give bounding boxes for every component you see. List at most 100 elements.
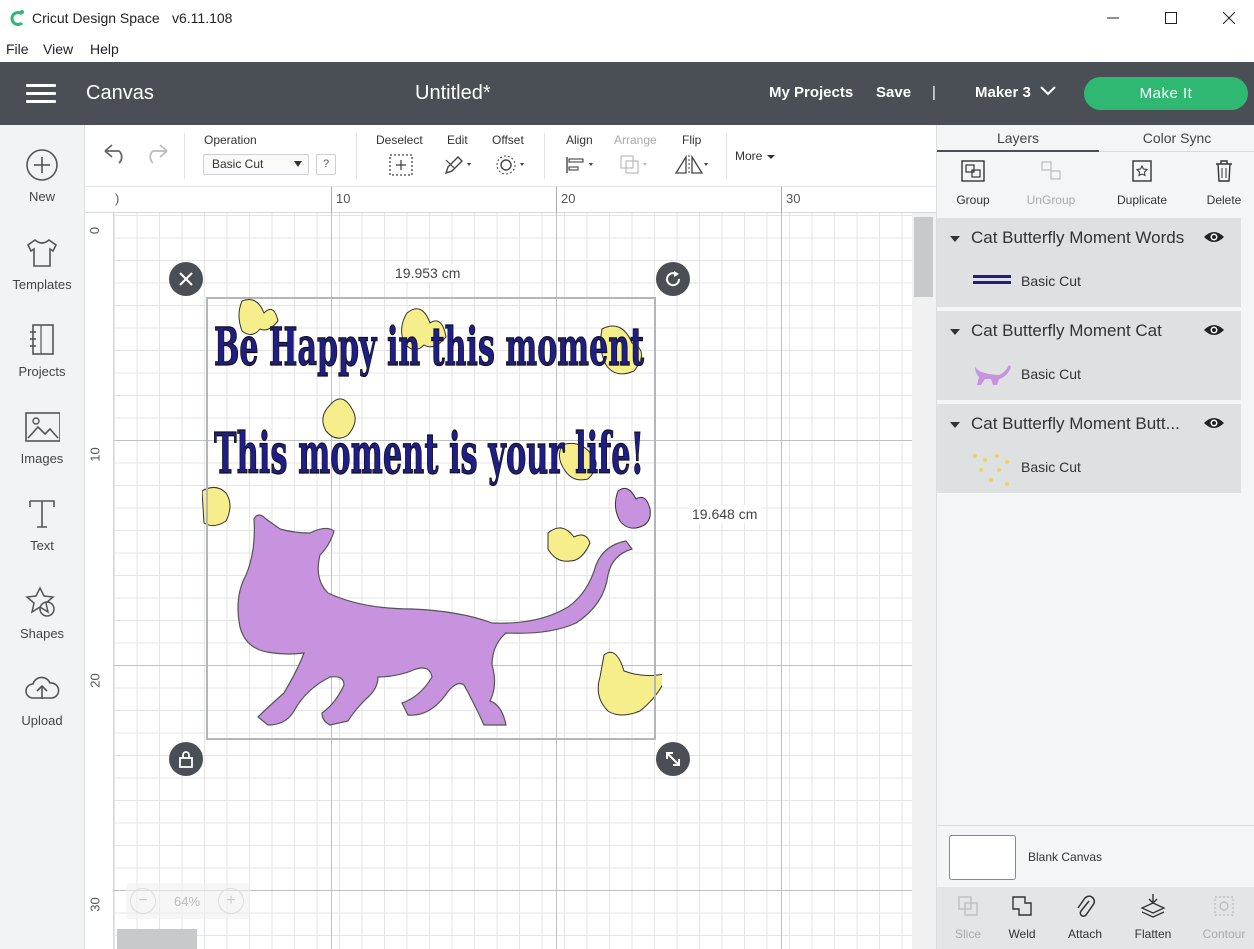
ruler-label: 20 (561, 191, 576, 206)
zoom-in-button[interactable]: + (218, 888, 244, 914)
flatten-icon (1122, 893, 1184, 919)
ruler-label: 20 (87, 673, 103, 688)
sidebar-item-new[interactable]: New (0, 147, 84, 227)
sidebar-item-upload[interactable]: Upload (0, 671, 84, 751)
save-link[interactable]: Save (876, 84, 911, 101)
vertical-scroll-thumb[interactable] (914, 217, 933, 297)
resize-icon[interactable] (656, 742, 690, 776)
eye-icon[interactable] (1203, 230, 1225, 244)
ruler-label: 10 (87, 447, 103, 462)
tab-color-sync[interactable]: Color Sync (1099, 125, 1254, 152)
sidebar-item-projects[interactable]: Projects (0, 322, 84, 402)
blank-canvas-label: Blank Canvas (1028, 850, 1103, 864)
ruler-label: 0 (87, 226, 103, 235)
shapes-icon (24, 584, 60, 620)
blank-canvas-swatch[interactable] (949, 835, 1016, 880)
operation-label: Operation (204, 133, 257, 147)
attach-button[interactable]: Attach (1054, 893, 1116, 941)
design-canvas[interactable]: ) 10 20 30 0 10 20 30 Be Happy in this m… (86, 187, 936, 949)
ruler-label: 10 (336, 191, 351, 206)
edit-label: Edit (447, 133, 468, 147)
eye-icon[interactable] (1203, 323, 1225, 337)
edit-toolbar: Operation Basic Cut ? Deselect Edit Offs… (86, 125, 936, 187)
cricut-logo-icon (8, 8, 28, 28)
group-button[interactable]: Group (938, 157, 1008, 212)
sidebar-item-label: Projects (18, 364, 66, 379)
group-label: Group (956, 193, 990, 207)
slice-label: Slice (954, 927, 981, 941)
caret-down-icon[interactable] (950, 329, 960, 335)
operation-select[interactable]: Basic Cut (203, 154, 309, 175)
sidebar-item-label: Text (30, 538, 54, 553)
layer-thumbnail (971, 266, 1013, 294)
caret-down-icon (294, 161, 302, 167)
flatten-label: Flatten (1134, 927, 1172, 941)
horizontal-scroll-thumb[interactable] (117, 929, 197, 949)
layer-operation: Basic Cut (1021, 273, 1081, 289)
weld-icon (991, 893, 1053, 919)
maximize-icon[interactable] (1148, 4, 1194, 32)
layer-item[interactable]: Cat Butterfly Moment Butt... Basic Cut (937, 404, 1241, 495)
weld-button[interactable]: Weld (991, 893, 1053, 941)
flatten-button[interactable]: Flatten (1122, 893, 1184, 941)
height-dimension-label: 19.648 cm (688, 505, 762, 523)
sidebar-item-templates[interactable]: Templates (0, 235, 84, 315)
layers-scrollbar[interactable] (1241, 217, 1254, 827)
arrange-icon (618, 153, 652, 177)
rotate-icon[interactable] (656, 262, 690, 296)
blank-canvas-row[interactable]: Blank Canvas (937, 825, 1254, 887)
flip-label: Flip (682, 133, 702, 147)
menu-help[interactable]: Help (90, 41, 119, 57)
chevron-down-icon[interactable] (1040, 86, 1056, 96)
slice-button: Slice (937, 893, 999, 941)
hamburger-menu-icon[interactable] (26, 84, 56, 104)
machine-select[interactable]: Maker 3 (975, 84, 1031, 101)
plus-circle-icon (24, 147, 60, 183)
ungroup-label: UnGroup (1026, 193, 1076, 207)
ruler-left: 0 10 20 30 (86, 213, 114, 949)
undo-icon[interactable] (102, 141, 130, 165)
sidebar-item-images[interactable]: Images (0, 409, 84, 489)
duplicate-button[interactable]: Duplicate (1107, 157, 1177, 212)
menu-view[interactable]: View (43, 41, 73, 57)
caret-down-icon[interactable] (950, 422, 960, 428)
sidebar-item-label: Upload (21, 713, 63, 728)
operation-help-button[interactable]: ? (316, 154, 336, 175)
zoom-out-button[interactable]: − (130, 888, 156, 914)
eye-icon[interactable] (1203, 416, 1225, 430)
layer-operation: Basic Cut (1021, 366, 1081, 382)
sidebar-item-label: New (28, 189, 55, 204)
paperclip-icon (1054, 893, 1116, 919)
selection-bounding-box[interactable] (206, 297, 656, 740)
sidebar-item-shapes[interactable]: Shapes (0, 584, 84, 664)
app-title: Cricut Design Space (32, 10, 160, 26)
trash-icon (1189, 157, 1254, 185)
make-it-button[interactable]: Make It (1084, 77, 1248, 110)
more-label: More (735, 149, 763, 163)
tab-layers[interactable]: Layers (937, 125, 1099, 152)
vertical-scrollbar[interactable] (912, 213, 936, 949)
deselect-icon[interactable] (388, 153, 414, 177)
minimize-icon[interactable] (1090, 4, 1136, 32)
offset-icon[interactable] (494, 153, 528, 177)
delete-button[interactable]: Delete (1189, 157, 1254, 212)
delete-selection-icon[interactable] (169, 262, 203, 296)
caret-down-icon[interactable] (950, 236, 960, 242)
flip-icon[interactable] (674, 153, 712, 177)
layer-item[interactable]: Cat Butterfly Moment Words Basic Cut (937, 218, 1241, 309)
toolbar-divider (544, 133, 545, 179)
operation-value: Basic Cut (212, 157, 264, 171)
layer-item[interactable]: Cat Butterfly Moment Cat Basic Cut (937, 311, 1241, 402)
align-icon[interactable] (564, 153, 598, 177)
sidebar-item-label: Shapes (19, 626, 65, 641)
sidebar-item-text[interactable]: Text (0, 496, 84, 576)
contour-icon (1193, 893, 1254, 919)
edit-pencil-icon[interactable] (442, 153, 476, 177)
my-projects-link[interactable]: My Projects (769, 84, 853, 101)
menu-file[interactable]: File (6, 41, 29, 57)
redo-icon[interactable] (142, 141, 170, 165)
lock-proportions-icon[interactable] (169, 742, 203, 776)
close-window-icon[interactable] (1206, 4, 1252, 32)
header-divider: | (932, 84, 936, 101)
more-button[interactable]: More (735, 149, 776, 163)
